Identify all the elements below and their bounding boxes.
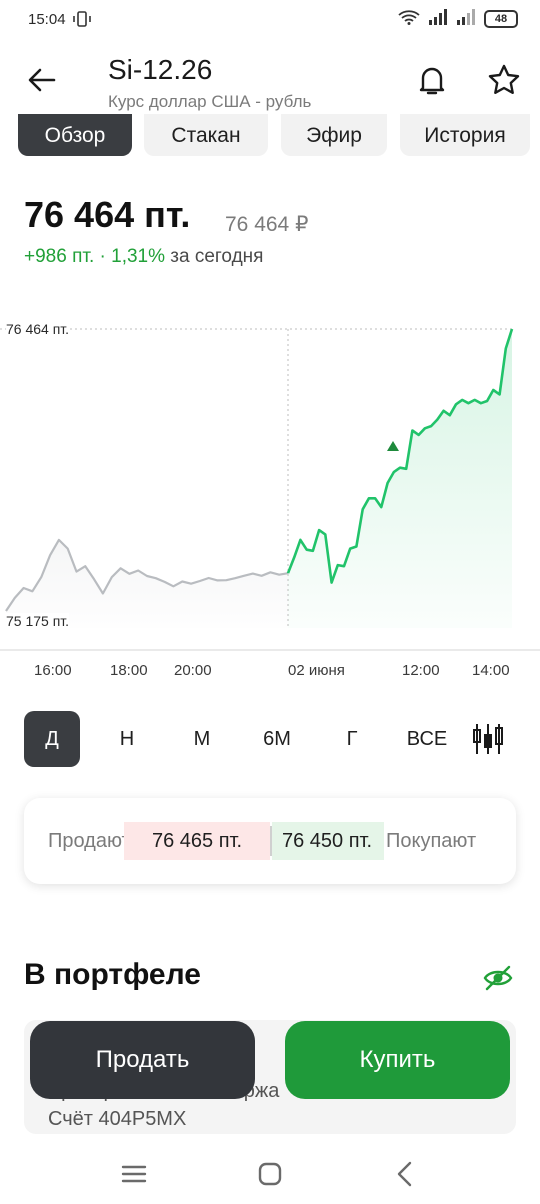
x-tick-label: 20:00: [174, 662, 212, 679]
candlestick-icon: [473, 724, 503, 754]
favorite-button[interactable]: [486, 62, 522, 98]
current-price: 76 464 пт.: [24, 194, 191, 235]
best-bid-price: 76 450 пт.: [272, 822, 384, 860]
hide-balance-button[interactable]: [482, 962, 514, 994]
best-prices-card[interactable]: Продают 76 465 пт. 76 450 пт. Покупают: [24, 798, 516, 884]
price-change-value: +986 пт. · 1,31%: [24, 246, 165, 267]
notifications-button[interactable]: [414, 62, 450, 98]
buy-button[interactable]: Купить: [285, 1021, 510, 1099]
tabs: Обзор Стакан Эфир История: [18, 114, 540, 156]
wifi-icon: [398, 9, 420, 29]
period-day[interactable]: Д: [24, 711, 80, 767]
vibrate-icon: [72, 11, 92, 27]
sell-button[interactable]: Продать: [30, 1021, 255, 1099]
chart-svg: [0, 328, 540, 651]
trade-marker-icon: [387, 441, 399, 451]
signal-hd-icon: [456, 9, 476, 29]
system-nav-bar: [0, 1140, 540, 1204]
arrow-left-icon: [28, 68, 56, 92]
page-subtitle: Курс доллар США - рубль: [108, 92, 312, 111]
tab-feed[interactable]: Эфир: [281, 114, 387, 156]
x-tick-label: 12:00: [402, 662, 440, 679]
sell-label: Продают: [48, 830, 131, 852]
page-title: Si-12.26: [108, 54, 213, 85]
x-tick-label: 18:00: [110, 662, 148, 679]
bell-icon: [419, 67, 445, 95]
account-number: Счёт 404P5MX: [48, 1108, 187, 1130]
buy-label: Покупают: [386, 830, 477, 852]
x-tick-label: 02 июня: [288, 662, 345, 679]
status-time: 15:04: [28, 11, 66, 28]
x-tick-label: 16:00: [34, 662, 72, 679]
status-bar: 15:04 48: [0, 0, 540, 40]
header: Si-12.26 Курс доллар США - рубль: [0, 48, 540, 118]
chart-min-label: 75 175 пт.: [6, 613, 70, 629]
portfolio-title: В портфеле: [24, 958, 201, 991]
signal-icon: [428, 9, 448, 29]
today-area: [288, 329, 512, 628]
chevron-left-icon: [397, 1161, 412, 1187]
period-week[interactable]: Н: [99, 711, 155, 767]
home-button[interactable]: [250, 1154, 290, 1194]
x-tick-label: 14:00: [472, 662, 510, 679]
price-chart[interactable]: 76 464 пт. 75 175 пт. 16:00 18:00 20:00 …: [0, 300, 540, 700]
back-button[interactable]: [24, 62, 60, 98]
period-year[interactable]: Г: [324, 711, 380, 767]
menu-icon: [121, 1165, 147, 1183]
eye-off-icon: [483, 965, 513, 991]
best-ask-price: 76 465 пт.: [124, 822, 270, 860]
chart-max-label: 76 464 пт.: [6, 321, 70, 337]
tab-orderbook[interactable]: Стакан: [144, 114, 268, 156]
home-icon: [258, 1162, 282, 1186]
price-change-period: за сегодня: [170, 246, 264, 267]
recent-apps-button[interactable]: [114, 1154, 154, 1194]
price-rub: 76 464 ₽: [225, 213, 309, 236]
period-month[interactable]: М: [174, 711, 230, 767]
tab-overview[interactable]: Обзор: [18, 114, 132, 156]
battery-icon: 48: [484, 10, 518, 28]
star-icon: [488, 64, 520, 94]
period-6m[interactable]: 6М: [249, 711, 305, 767]
price-change: +986 пт. · 1,31% за сегодня: [24, 246, 263, 268]
candlestick-toggle[interactable]: [460, 711, 516, 767]
period-all[interactable]: ВСЕ: [399, 711, 455, 767]
period-selector: Д Н М 6М Г ВСЕ: [24, 711, 516, 769]
system-back-button[interactable]: [386, 1154, 426, 1194]
tab-history[interactable]: История: [400, 114, 530, 156]
